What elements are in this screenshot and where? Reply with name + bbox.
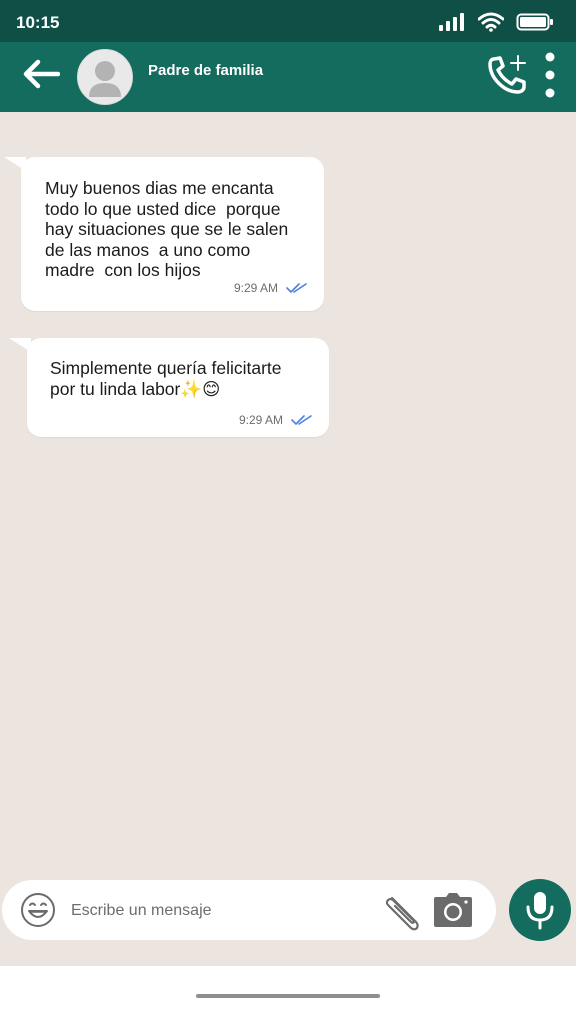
message-time: 9:29 AM — [234, 281, 279, 295]
message-meta: 9:29 AM — [239, 413, 313, 427]
home-indicator[interactable] — [196, 994, 380, 998]
status-icons — [438, 11, 554, 33]
voice-message-button[interactable] — [509, 879, 571, 941]
emoji-button[interactable] — [20, 892, 56, 928]
chat-header: Padre de familia — [0, 42, 576, 112]
back-button[interactable] — [20, 57, 62, 91]
paperclip-icon — [385, 896, 419, 931]
more-options-button[interactable] — [538, 51, 562, 99]
message-meta: 9:29 AM — [234, 281, 308, 295]
message-composer — [2, 880, 496, 940]
avatar[interactable] — [77, 49, 133, 105]
status-time: 10:15 — [16, 13, 60, 32]
more-vertical-icon — [545, 52, 555, 98]
add-call-button[interactable] — [487, 53, 531, 97]
emoji-icon — [21, 893, 55, 927]
battery-icon — [516, 13, 553, 31]
message-time: 9:29 AM — [239, 413, 284, 427]
message-text: Muy buenos dias me encanta todo lo que u… — [45, 178, 289, 281]
contact-name[interactable]: Padre de familia — [148, 62, 263, 79]
home-area — [0, 966, 576, 1024]
add-call-icon — [488, 55, 526, 94]
default-avatar-icon — [89, 61, 121, 97]
back-arrow-icon — [23, 59, 60, 89]
camera-button[interactable] — [432, 892, 474, 928]
camera-icon — [434, 893, 472, 927]
status-bar: 10:15 — [0, 0, 576, 42]
wifi-icon — [478, 12, 504, 32]
double-check-icon — [291, 415, 312, 425]
double-check-icon — [286, 283, 307, 293]
message-text: Simplemente quería felicitarte por tu li… — [50, 358, 282, 399]
attach-button[interactable] — [380, 892, 426, 932]
message-input[interactable] — [69, 894, 353, 928]
signal-icon — [439, 13, 464, 31]
microphone-icon — [526, 892, 554, 930]
